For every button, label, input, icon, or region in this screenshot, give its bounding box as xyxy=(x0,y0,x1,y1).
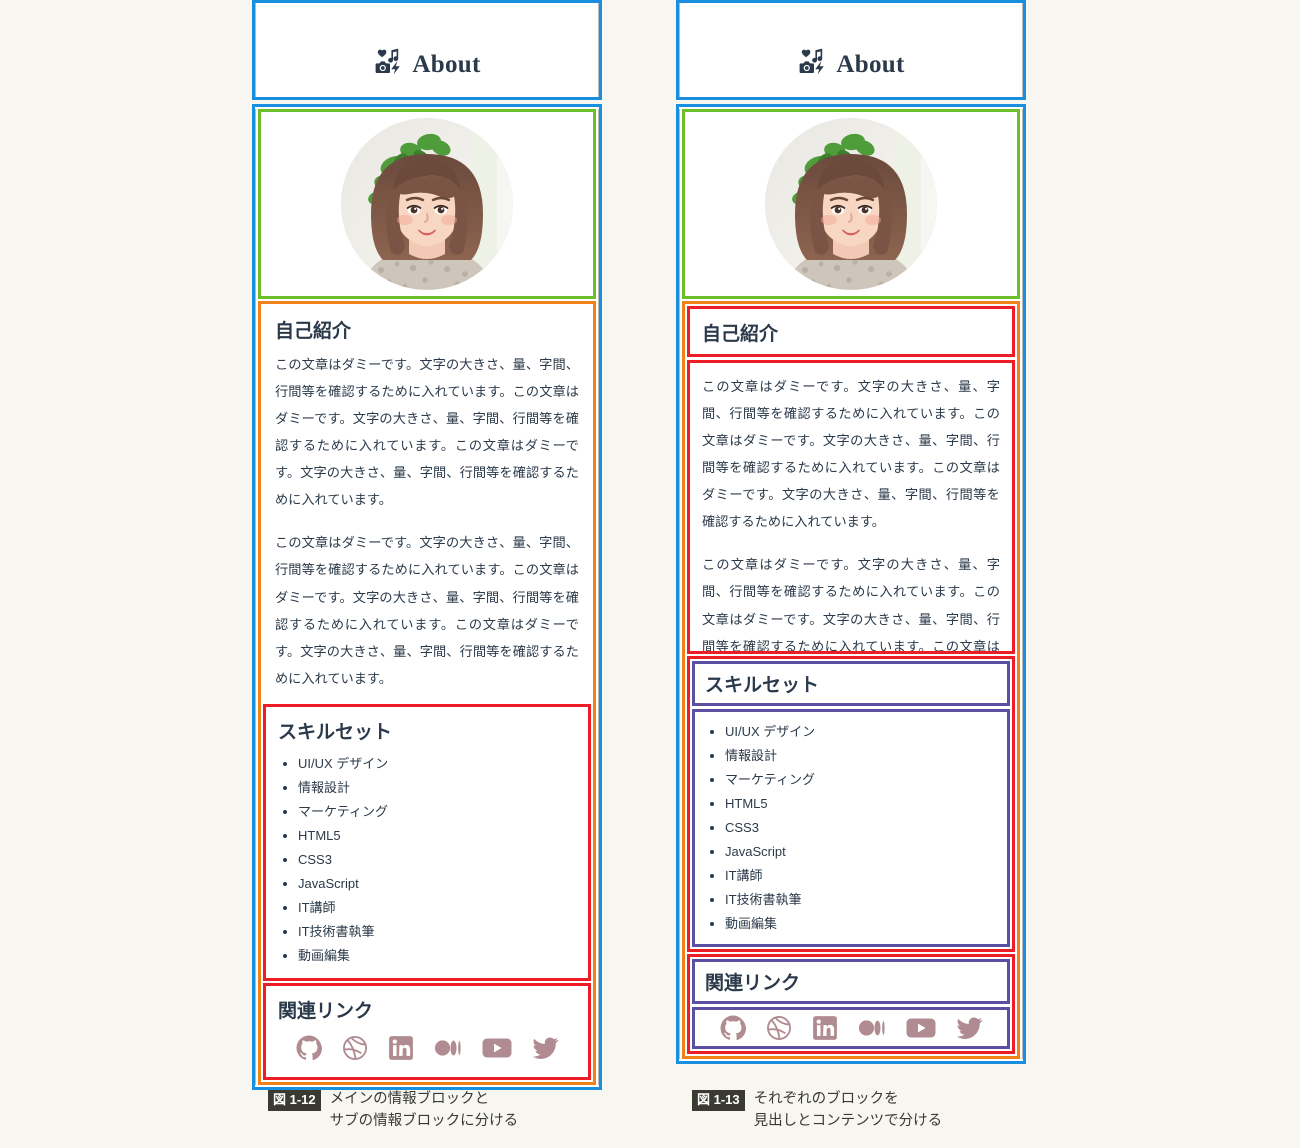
about-title-text: About xyxy=(836,50,905,78)
section-skills: スキルセット UI/UX デザイン 情報設計 マーケティング HTML5 xyxy=(687,656,1015,953)
main-content-block: 自己紹介 この文章はダミーです。文字の大きさ、量、字間、行間等を確認するために入… xyxy=(258,301,596,1086)
section-links: 関連リンク xyxy=(687,954,1015,1055)
list-item: マーケティング xyxy=(298,800,576,824)
avatar xyxy=(765,118,937,290)
medium-icon[interactable] xyxy=(434,1035,462,1061)
list-item: JavaScript xyxy=(298,872,576,896)
about-header-inner: About xyxy=(679,3,1023,97)
section-intro-title: 自己紹介 xyxy=(275,321,352,342)
about-title-text: About xyxy=(412,50,481,78)
section-skills-title: スキルセット xyxy=(705,675,820,696)
list-item: 動画編集 xyxy=(725,912,997,936)
list-item: HTML5 xyxy=(298,824,576,848)
intro-paragraph: この文章はダミーです。文字の大きさ、量、字間、行間等を確認するために入れています… xyxy=(702,557,1000,654)
twitter-icon[interactable] xyxy=(956,1015,983,1041)
section-intro: 自己紹介 この文章はダミーです。文字の大きさ、量、字間、行間等を確認するために入… xyxy=(687,306,1015,654)
section-intro: 自己紹介 この文章はダミーです。文字の大きさ、量、字間、行間等を確認するために入… xyxy=(263,306,591,702)
profile-photo-block xyxy=(682,109,1020,299)
about-title-group: About xyxy=(373,46,480,83)
social-links-row xyxy=(695,1010,1007,1046)
section-links-title: 関連リンク xyxy=(278,1001,374,1023)
twitter-icon[interactable] xyxy=(532,1035,559,1061)
list-item: 情報設計 xyxy=(298,776,576,800)
section-intro-content-box: この文章はダミーです。文字の大きさ、量、字間、行間等を確認するために入れています… xyxy=(687,360,1015,654)
section-intro-heading-box: 自己紹介 xyxy=(687,306,1015,357)
figure-caption-1-13: 図 1-13 それぞれのブロックを 見出しとコンテンツで分ける xyxy=(692,1088,942,1133)
figure-caption-text: メインの情報ブロックと サブの情報ブロックに分ける xyxy=(329,1091,519,1130)
figure-caption-1-12: 図 1-12 メインの情報ブロックと サブの情報ブロックに分ける xyxy=(268,1088,518,1133)
main-content-block: 自己紹介 この文章はダミーです。文字の大きさ、量、字間、行間等を確認するために入… xyxy=(682,301,1020,1060)
list-item: 情報設計 xyxy=(725,744,997,768)
section-intro-body: この文章はダミーです。文字の大きさ、量、字間、行間等を確認するために入れています… xyxy=(263,351,591,702)
list-item: UI/UX デザイン xyxy=(298,752,576,776)
figure-caption-text: それぞれのブロックを 見出しとコンテンツで分ける xyxy=(753,1091,943,1130)
social-links-row xyxy=(278,1031,576,1067)
figure-1-13: About 自己紹介 この文章はダミーです。文字の大きさ、量、字間、行間等を確認… xyxy=(676,0,1026,1065)
list-item: IT講師 xyxy=(298,896,576,920)
section-skills-content-box: UI/UX デザイン 情報設計 マーケティング HTML5 CSS3 JavaS… xyxy=(692,709,1010,948)
section-skills-title: スキルセット xyxy=(278,721,393,743)
list-item: HTML5 xyxy=(725,792,997,816)
about-media-grid-icon xyxy=(373,46,403,83)
section-skills-heading-box: スキルセット xyxy=(692,661,1010,706)
youtube-icon[interactable] xyxy=(482,1035,512,1061)
intro-paragraph: この文章はダミーです。文字の大きさ、量、字間、行間等を確認するために入れています… xyxy=(275,535,579,686)
list-item: IT技術書執筆 xyxy=(298,920,576,944)
section-links: 関連リンク xyxy=(263,983,591,1081)
dribbble-icon[interactable] xyxy=(342,1035,368,1061)
medium-icon[interactable] xyxy=(858,1015,886,1041)
section-links-title: 関連リンク xyxy=(705,973,801,995)
intro-paragraph: この文章はダミーです。文字の大きさ、量、字間、行間等を確認するために入れています… xyxy=(702,379,1000,530)
avatar xyxy=(341,118,513,290)
about-body-blue-wrapper: 自己紹介 この文章はダミーです。文字の大きさ、量、字間、行間等を確認するために入… xyxy=(252,104,602,1091)
section-skills-body: UI/UX デザイン 情報設計 マーケティング HTML5 CSS3 JavaS… xyxy=(266,752,588,978)
list-item: IT技術書執筆 xyxy=(725,888,997,912)
list-item: マーケティング xyxy=(725,768,997,792)
about-body-inner: 自己紹介 この文章はダミーです。文字の大きさ、量、字間、行間等を確認するために入… xyxy=(255,109,599,1086)
skills-list: UI/UX デザイン 情報設計 マーケティング HTML5 CSS3 JavaS… xyxy=(278,752,576,968)
profile-photo-block xyxy=(258,109,596,299)
section-links-heading-box: 関連リンク xyxy=(692,959,1010,1005)
github-icon[interactable] xyxy=(720,1015,746,1041)
dribbble-icon[interactable] xyxy=(766,1015,792,1041)
about-title-group: About xyxy=(797,46,904,83)
about-header-block: About xyxy=(676,0,1026,100)
figure-number-badge: 図 1-12 xyxy=(268,1090,321,1111)
section-skills-body: UI/UX デザイン 情報設計 マーケティング HTML5 CSS3 JavaS… xyxy=(695,712,1007,944)
figure-number-badge: 図 1-13 xyxy=(692,1090,745,1111)
section-intro-body: この文章はダミーです。文字の大きさ、量、字間、行間等を確認するために入れています… xyxy=(690,363,1012,654)
list-item: UI/UX デザイン xyxy=(725,720,997,744)
section-skills: スキルセット UI/UX デザイン 情報設計 マーケティング HTML5 CSS… xyxy=(263,703,591,982)
list-item: IT講師 xyxy=(725,864,997,888)
section-links-body xyxy=(266,1031,588,1077)
list-item: CSS3 xyxy=(725,816,997,840)
about-body-inner: 自己紹介 この文章はダミーです。文字の大きさ、量、字間、行間等を確認するために入… xyxy=(679,109,1023,1060)
figure-1-12: About 自己紹介 この文章はダミーです。文字の大きさ、量、字間、行間等を確認… xyxy=(252,0,602,1091)
section-intro-title: 自己紹介 xyxy=(702,324,779,345)
linkedin-icon[interactable] xyxy=(812,1015,838,1041)
linkedin-icon[interactable] xyxy=(388,1035,414,1061)
figure-page: About 自己紹介 この文章はダミーです。文字の大きさ、量、字間、行間等を確認… xyxy=(0,0,1300,1148)
about-header-block: About xyxy=(252,0,602,100)
list-item: 動画編集 xyxy=(298,944,576,968)
list-item: JavaScript xyxy=(725,840,997,864)
about-header-inner: About xyxy=(255,3,599,97)
intro-paragraph: この文章はダミーです。文字の大きさ、量、字間、行間等を確認するために入れています… xyxy=(275,357,579,508)
list-item: CSS3 xyxy=(298,848,576,872)
about-media-grid-icon xyxy=(797,46,827,83)
section-links-content-box xyxy=(692,1007,1010,1050)
about-body-blue-wrapper: 自己紹介 この文章はダミーです。文字の大きさ、量、字間、行間等を確認するために入… xyxy=(676,104,1026,1065)
skills-list: UI/UX デザイン 情報設計 マーケティング HTML5 CSS3 JavaS… xyxy=(705,720,997,936)
youtube-icon[interactable] xyxy=(906,1015,936,1041)
github-icon[interactable] xyxy=(296,1035,322,1061)
